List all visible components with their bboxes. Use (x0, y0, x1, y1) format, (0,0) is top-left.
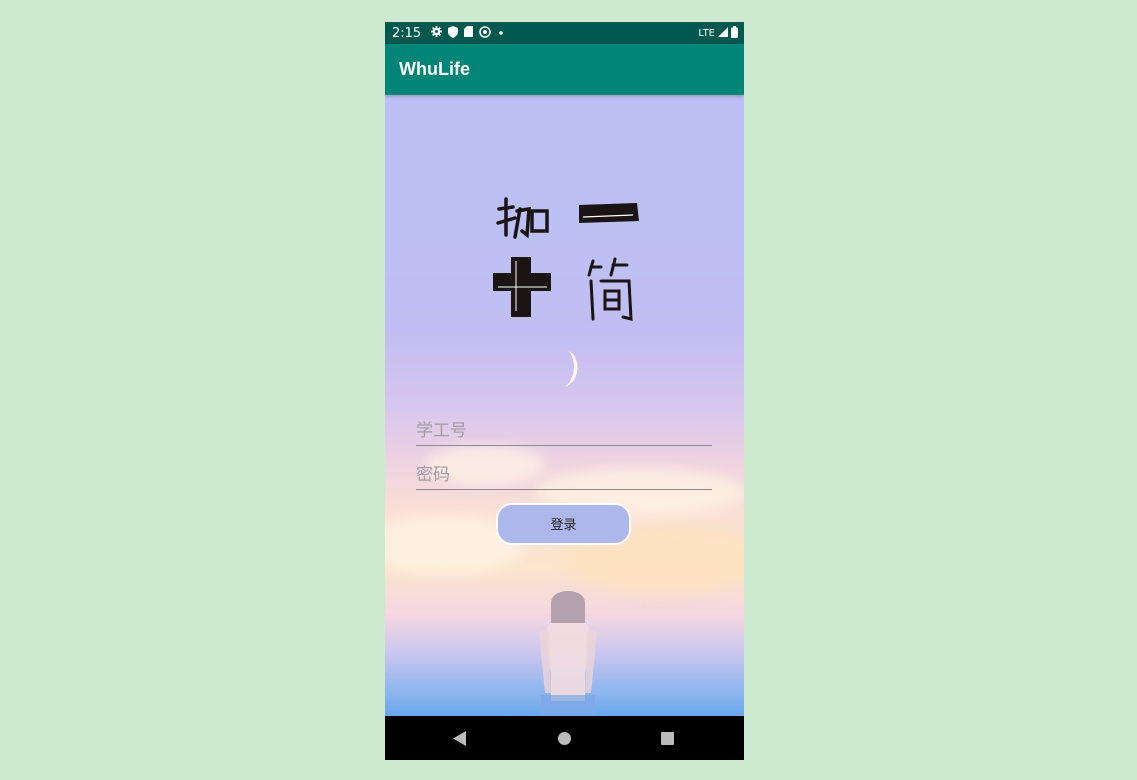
status-bar: 2:15 LTE (385, 22, 744, 44)
recents-icon[interactable] (661, 732, 674, 745)
network-type: LTE (698, 27, 715, 39)
back-icon[interactable] (453, 731, 467, 750)
student-id-placeholder: 学工号 (416, 421, 467, 441)
password-placeholder: 密码 (416, 465, 450, 485)
navigation-bar (385, 716, 744, 760)
status-time: 2:15 (392, 25, 422, 41)
moon-icon (565, 351, 578, 387)
login-button[interactable]: 登录 (496, 503, 631, 545)
app-title: WhuLife (399, 59, 470, 79)
dot-icon (497, 26, 505, 40)
sync-icon (479, 25, 492, 41)
signal-icon (718, 26, 728, 40)
app-bar: WhuLife (385, 44, 744, 95)
home-icon[interactable] (558, 732, 571, 745)
battery-icon (731, 25, 738, 41)
girl-illustration (539, 591, 597, 716)
app-logo (493, 197, 639, 321)
gear-icon (431, 26, 443, 40)
password-field[interactable]: 密码 (416, 461, 712, 490)
shield-icon (448, 25, 459, 41)
sd-card-icon (464, 26, 474, 40)
student-id-field[interactable]: 学工号 (416, 417, 712, 446)
login-screen: 学工号 密码 登录 (385, 95, 744, 716)
phone-screen: 2:15 LTE WhuLife 学工号 密码 登录 (385, 22, 744, 760)
